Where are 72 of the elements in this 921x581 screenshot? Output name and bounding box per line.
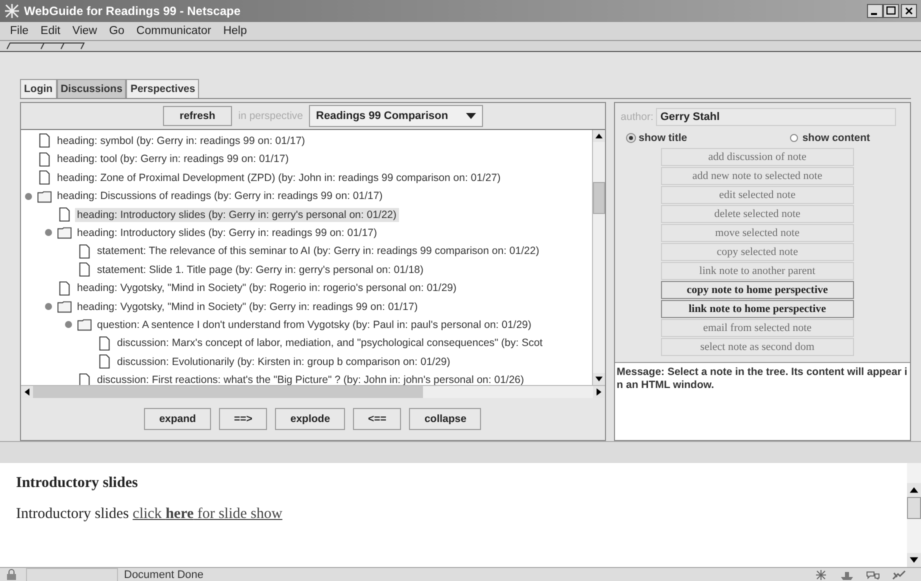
caret-icon bbox=[466, 112, 476, 119]
maximize-icon[interactable] bbox=[883, 4, 899, 18]
folder-icon bbox=[57, 225, 72, 240]
tree-item[interactable]: discussion: Marx's concept of labor, mediation, and "psychological consequences" (by: Scot bbox=[115, 336, 545, 350]
folder-icon bbox=[57, 299, 72, 314]
tree-item[interactable]: heading: Introductory slides (by: Gerry in: readings 99 on: 01/17) bbox=[75, 226, 379, 240]
scroll-thumb[interactable] bbox=[592, 182, 605, 214]
document-icon bbox=[97, 354, 112, 370]
tab[interactable]: Discussions bbox=[56, 79, 126, 98]
menu-item[interactable]: Communicator bbox=[130, 25, 218, 37]
tree-item[interactable]: statement: The relevance of this seminar to AI (by: Gerry in: readings 99 comparison on: 01/22) bbox=[95, 244, 542, 258]
tree-item[interactable]: heading: Vygotsky, "Mind in Society" (by: Gerry in: readings 99 on: 01/17) bbox=[75, 300, 420, 314]
vertical-scrollbar[interactable] bbox=[907, 463, 921, 567]
expand-handle[interactable] bbox=[64, 321, 72, 328]
slide-show-link[interactable]: click here for slide show bbox=[132, 506, 282, 522]
perspective-dropdown[interactable]: Readings 99 Comparison bbox=[309, 104, 484, 127]
menu-item[interactable]: Go bbox=[103, 25, 130, 37]
close-icon[interactable] bbox=[901, 4, 917, 18]
tree-button[interactable]: <== bbox=[353, 408, 402, 430]
tree-item[interactable]: question: A sentence I don't understand from Vygotsky (by: Paul in: paul's personal on: 01/29) bbox=[95, 318, 534, 332]
scroll-thumb[interactable] bbox=[907, 497, 921, 519]
vertical-scrollbar[interactable] bbox=[592, 130, 605, 385]
status-text: Document Done bbox=[124, 569, 204, 581]
action-button[interactable]: copy note to home perspective bbox=[660, 280, 854, 299]
document-icon bbox=[37, 133, 52, 148]
scroll-thumb[interactable] bbox=[33, 386, 423, 398]
message-text: Message: Select a note in the tree. Its content will appear in an HTML window. bbox=[614, 362, 910, 440]
tree-button[interactable]: expand bbox=[144, 408, 211, 430]
tree-button[interactable]: collapse bbox=[409, 408, 482, 430]
menu-item[interactable]: Help bbox=[217, 25, 253, 37]
tree-item[interactable]: heading: tool (by: Gerry in: readings 99 on: 01/17) bbox=[55, 152, 291, 166]
document-icon bbox=[57, 280, 72, 296]
tree-item[interactable]: heading: symbol (by: Gerry in: readings 99 on: 01/17) bbox=[55, 134, 308, 148]
tree-item[interactable]: statement: Slide 1. Title page (by: Gerry in: gerry's personal on: 01/18) bbox=[95, 262, 426, 277]
tab[interactable]: Perspectives bbox=[126, 79, 200, 98]
author-label: author: bbox=[620, 110, 654, 123]
action-button[interactable]: link note to home perspective bbox=[660, 300, 854, 318]
tree-item[interactable]: heading: Zone of Proximal Development (ZPD) (by: John in: readings 99 comparison on: 01/27) bbox=[55, 170, 503, 185]
document-icon bbox=[37, 170, 52, 186]
tree-item[interactable]: discussion: Evolutionarily (by: Kirsten in: group b comparison on: 01/29) bbox=[115, 354, 452, 369]
menu-item[interactable]: View bbox=[66, 25, 104, 37]
tree-item[interactable]: heading: Vygotsky, "Mind in Society" (by: Rogerio in: rogerio's personal on: 01/29) bbox=[75, 281, 458, 296]
tree-button[interactable]: ==> bbox=[218, 408, 268, 430]
perspective-label: in perspective bbox=[238, 110, 304, 122]
tab[interactable]: Login bbox=[20, 79, 57, 98]
tree-item[interactable]: heading: Introductory slides (by: Gerry in: gerry's personal on: 01/22) bbox=[75, 208, 398, 222]
expand-handle[interactable] bbox=[44, 303, 52, 310]
expand-handle[interactable] bbox=[24, 192, 32, 200]
tree-item[interactable]: heading: Discussions of readings (by: Gerry in: readings 99 on: 01/17) bbox=[55, 189, 385, 204]
menu-item[interactable]: Edit bbox=[34, 25, 66, 37]
document-icon bbox=[57, 207, 72, 222]
document-icon bbox=[97, 336, 112, 351]
minimize-icon[interactable] bbox=[867, 4, 883, 18]
folder-icon bbox=[37, 188, 52, 204]
chat-icon[interactable] bbox=[865, 569, 881, 581]
expand-handle[interactable] bbox=[44, 229, 52, 236]
refresh-button[interactable]: refresh bbox=[162, 106, 232, 126]
menu-item[interactable]: File bbox=[4, 25, 35, 37]
document-icon bbox=[77, 262, 92, 278]
radio-button[interactable] bbox=[790, 134, 798, 142]
tree-button[interactable]: explode bbox=[275, 408, 346, 430]
logo-icon bbox=[4, 3, 20, 19]
author-field[interactable]: Gerry Stahl bbox=[656, 108, 896, 126]
radio-option[interactable]: show content bbox=[790, 132, 870, 144]
folder-icon bbox=[77, 317, 92, 332]
window-title: WebGuide for Readings 99 - Netscape bbox=[24, 4, 240, 18]
document-paragraph: Introductory slides click here for slide show bbox=[16, 506, 284, 523]
document-heading: Introductory slides bbox=[16, 475, 139, 492]
radio-option[interactable]: show title bbox=[626, 132, 688, 144]
horizontal-scrollbar[interactable] bbox=[21, 384, 605, 398]
document-icon bbox=[37, 152, 52, 167]
document-icon bbox=[77, 244, 92, 259]
